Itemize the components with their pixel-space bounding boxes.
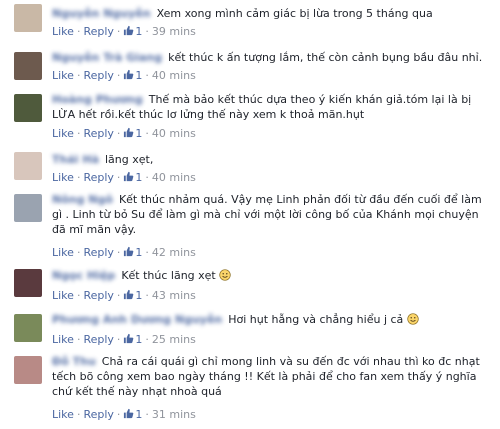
timestamp[interactable]: 40 mins: [152, 171, 196, 184]
like-count[interactable]: 1: [135, 289, 142, 302]
thumbs-up-icon: [124, 289, 134, 300]
commenter-name[interactable]: Nông Ngô: [52, 193, 113, 206]
reply-button[interactable]: Reply: [83, 171, 113, 184]
avatar[interactable]: [14, 314, 42, 342]
like-count[interactable]: 1: [135, 127, 142, 140]
thumbs-up-icon: [124, 333, 134, 344]
like-button[interactable]: Like: [52, 127, 74, 140]
comment-text: chứ kết thế này nhạt nhoà quá: [52, 385, 222, 398]
reply-button[interactable]: Reply: [83, 333, 113, 346]
avatar[interactable]: [14, 94, 42, 122]
reply-button[interactable]: Reply: [83, 408, 113, 421]
avatar[interactable]: [14, 356, 42, 384]
like-button[interactable]: Like: [52, 333, 74, 346]
commenter-name[interactable]: Nguyễn Trà Giang: [52, 51, 162, 64]
commenter-name[interactable]: Phương Anh Dương Nguyễn: [52, 313, 222, 326]
like-button[interactable]: Like: [52, 246, 74, 259]
like-button[interactable]: Like: [52, 171, 74, 184]
comment-text: đã mĩ mãn vậy.: [52, 223, 137, 236]
avatar[interactable]: [14, 194, 42, 222]
avatar-image: [14, 152, 42, 180]
thumbs-up-icon: [124, 69, 134, 80]
like-button[interactable]: Like: [52, 408, 74, 421]
comment-text: Hơi hụt hẫng và chẳng hiểu j cả: [228, 313, 404, 326]
like-button[interactable]: Like: [52, 289, 74, 302]
comment-text: LỪA hết rồi.kết thúc lơ lửng thế này xem…: [52, 108, 365, 121]
comment-text: tếch bõ công xem bao ngày tháng !! Kết l…: [52, 370, 477, 383]
comment-text: Xem xong mình cảm giác bị lừa trong 5 th…: [156, 7, 433, 20]
thumbs-up-icon: [124, 246, 134, 257]
like-button[interactable]: Like: [52, 69, 74, 82]
commenter-name[interactable]: Thái Hà: [52, 153, 99, 166]
timestamp[interactable]: 39 mins: [152, 25, 196, 38]
avatar-image: [14, 269, 42, 297]
like-count[interactable]: 1: [135, 25, 142, 38]
timestamp[interactable]: 42 mins: [152, 246, 196, 259]
avatar-image: [14, 314, 42, 342]
reply-button[interactable]: Reply: [83, 246, 113, 259]
commenter-name[interactable]: Đỗ Thu: [52, 355, 96, 368]
commenter-name[interactable]: Nguyễn Nguyễn: [52, 7, 151, 20]
like-count[interactable]: 1: [135, 171, 142, 184]
thumbs-up-icon: [124, 408, 134, 419]
timestamp[interactable]: 31 mins: [152, 408, 196, 421]
like-count[interactable]: 1: [135, 408, 142, 421]
commenter-name[interactable]: Ngọc Hiệp: [52, 269, 115, 282]
comment-text: gì . Linh từ bỏ Su để làm gì mà chỉ với …: [52, 208, 479, 221]
avatar[interactable]: [14, 4, 42, 32]
timestamp[interactable]: 40 mins: [152, 127, 196, 140]
avatar-image: [14, 4, 42, 32]
avatar[interactable]: [14, 269, 42, 297]
comment-text: lãng xẹt,: [105, 153, 154, 166]
reply-button[interactable]: Reply: [83, 127, 113, 140]
thumbs-up-icon: [124, 171, 134, 182]
reply-button[interactable]: Reply: [83, 289, 113, 302]
like-count[interactable]: 1: [135, 246, 142, 259]
avatar-image: [14, 94, 42, 122]
like-button[interactable]: Like: [52, 25, 74, 38]
avatar-image: [14, 356, 42, 384]
comment-text: Chả ra cái quái gì chỉ mong linh và su đ…: [101, 355, 480, 368]
thumbs-up-icon: [124, 25, 134, 36]
comment-text: Thế mà bảo kết thúc dựa theo ý kiến khán…: [148, 93, 472, 106]
thumbs-up-icon: [124, 127, 134, 138]
reply-button[interactable]: Reply: [83, 25, 113, 38]
comment-text: Kết thúc nhảm quá. Vậy mẹ Linh phản đối …: [118, 193, 482, 206]
smile-emoji-icon: [407, 313, 419, 325]
avatar[interactable]: [14, 152, 42, 180]
avatar[interactable]: [14, 52, 42, 80]
avatar-image: [14, 194, 42, 222]
timestamp[interactable]: 25 mins: [152, 333, 196, 346]
smile-emoji-icon: [219, 269, 231, 281]
comment-text: kết thúc k ấn tượng lắm, thế còn cảnh bụ…: [168, 51, 483, 64]
commenter-name[interactable]: Hoàng Phương: [52, 93, 143, 106]
avatar-image: [14, 52, 42, 80]
timestamp[interactable]: 43 mins: [152, 289, 196, 302]
like-count[interactable]: 1: [135, 333, 142, 346]
timestamp[interactable]: 40 mins: [152, 69, 196, 82]
comment-text: Kết thúc lãng xẹt: [121, 269, 216, 282]
like-count[interactable]: 1: [135, 69, 142, 82]
reply-button[interactable]: Reply: [83, 69, 113, 82]
